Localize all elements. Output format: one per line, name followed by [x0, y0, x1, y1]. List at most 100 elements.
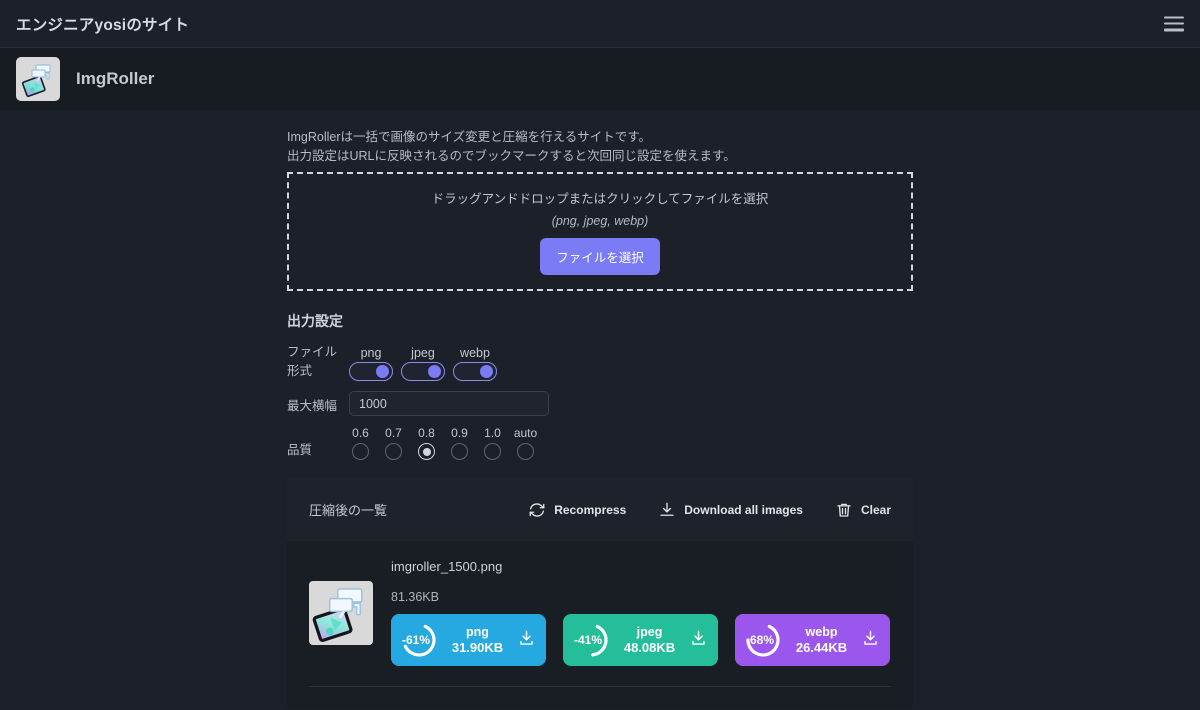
quality-option-0.8[interactable]: 0.8	[415, 426, 438, 460]
format-toggle-jpeg-label: jpeg	[411, 346, 435, 360]
titlebar: エンジニアyosiのサイト	[0, 0, 1200, 48]
format-toggle-webp-label: webp	[460, 346, 490, 360]
max-width-row: 最大横幅	[287, 391, 913, 416]
format-toggle-png-switch[interactable]	[349, 362, 393, 381]
app-name: ImgRoller	[76, 69, 155, 88]
result-row: imgroller_1500.png 81.36KB -61% png 31.9…	[309, 559, 891, 666]
file-details: imgroller_1500.png 81.36KB -61% png 31.9…	[391, 559, 891, 666]
download-png-button[interactable]: -61% png 31.90KB	[391, 614, 546, 666]
site-title: エンジニアyosiのサイト	[16, 16, 190, 34]
file-format-label: ファイル形式	[287, 345, 338, 378]
quality-option-auto[interactable]: auto	[514, 426, 537, 460]
dropzone-sub-text: (png, jpeg, webp)	[551, 214, 649, 228]
jpeg-format-name: jpeg	[636, 625, 663, 639]
png-percent: -61%	[401, 633, 430, 647]
quality-label: 品質	[287, 443, 313, 457]
quality-radio[interactable]	[484, 443, 501, 460]
download-icon	[519, 630, 533, 645]
quality-radio[interactable]	[385, 443, 402, 460]
download-jpeg-button[interactable]: -41% jpeg 48.08KB	[563, 614, 718, 666]
format-toggle-webp-switch[interactable]	[453, 362, 497, 381]
hamburger-bar	[1164, 28, 1184, 31]
quality-option-label: auto	[513, 426, 538, 440]
output-settings-title: 出力設定	[287, 313, 343, 329]
thumbnail-glyph	[312, 588, 363, 642]
quality-option-1.0[interactable]: 1.0	[481, 426, 504, 460]
png-format-name: png	[466, 625, 489, 639]
recompress-label: Recompress	[554, 502, 627, 517]
format-toggle-webp[interactable]: webp	[453, 346, 497, 381]
file-dropzone[interactable]: ドラッグアンドドロップまたはクリックしてファイルを選択 (png, jpeg, …	[287, 172, 913, 291]
clear-label: Clear	[860, 502, 891, 517]
download-icon	[660, 502, 674, 516]
format-toggle-jpeg-switch[interactable]	[401, 362, 445, 381]
png-output-size: 31.90KB	[451, 640, 504, 655]
trash-icon	[837, 503, 851, 517]
download-icon	[863, 630, 877, 645]
jpeg-ratio-ring: -41%	[571, 620, 611, 660]
recompress-button[interactable]: Recompress	[528, 501, 626, 519]
hamburger-icon[interactable]	[1164, 16, 1184, 31]
max-width-label: 最大横幅	[287, 399, 338, 413]
jpeg-download-icon	[688, 629, 708, 651]
quality-row: 品質 0.6 0.7 0.8 0.9 1.0 auto	[287, 426, 913, 460]
refresh-icon	[529, 502, 545, 517]
webp-labels: webp 26.44KB	[783, 624, 860, 656]
jpeg-labels: jpeg 48.08KB	[611, 624, 688, 656]
quality-option-label: 0.6	[352, 426, 369, 440]
description: ImgRollerは一括で画像のサイズ変更と圧縮を行えるサイトです。 出力設定は…	[287, 128, 913, 166]
quality-option-label: 0.9	[451, 426, 468, 440]
file-thumbnail	[309, 581, 373, 645]
toggle-knob	[480, 365, 493, 378]
webp-format-name: webp	[805, 625, 838, 639]
format-toggle-png[interactable]: png	[349, 346, 393, 381]
results-body: imgroller_1500.png 81.36KB -61% png 31.9…	[287, 541, 913, 709]
quality-option-label: 0.7	[385, 426, 402, 440]
imgroller-logo-icon[interactable]	[16, 57, 60, 101]
webp-percent: -68%	[745, 633, 774, 647]
webp-ratio-ring: -68%	[743, 620, 783, 660]
format-toggle-jpeg[interactable]: jpeg	[401, 346, 445, 381]
png-labels: png 31.90KB	[439, 624, 516, 656]
quality-radio[interactable]	[451, 443, 468, 460]
quality-option-0.6[interactable]: 0.6	[349, 426, 372, 460]
quality-option-label: 1.0	[484, 426, 501, 440]
jpeg-percent: -41%	[573, 633, 602, 647]
quality-radio[interactable]	[352, 443, 369, 460]
file-format-row: ファイル形式 png jpeg webp	[287, 341, 913, 381]
jpeg-output-size: 48.08KB	[623, 640, 676, 655]
toggle-knob	[428, 365, 441, 378]
panel-footer	[309, 687, 891, 709]
max-width-input[interactable]	[349, 391, 549, 416]
results-actions: Recompress Download all images Clear	[528, 501, 891, 519]
file-format-toggles: png jpeg webp	[349, 346, 497, 381]
webp-download-icon	[860, 629, 880, 651]
file-original-size: 81.36KB	[391, 590, 439, 604]
quality-option-0.9[interactable]: 0.9	[448, 426, 471, 460]
format-download-buttons: -61% png 31.90KB -41% jpeg 48.08KB -68% …	[391, 614, 891, 666]
png-ratio-ring: -61%	[399, 620, 439, 660]
quality-option-label: 0.8	[418, 426, 435, 440]
download-icon	[691, 630, 705, 645]
quality-radio-selected[interactable]	[418, 443, 435, 460]
select-file-button[interactable]: ファイルを選択	[540, 238, 660, 275]
results-title: 圧縮後の一覧	[309, 503, 388, 518]
main-content: ImgRollerは一括で画像のサイズ変更と圧縮を行えるサイトです。 出力設定は…	[0, 110, 1200, 710]
download-all-label: Download all images	[684, 502, 803, 517]
format-toggle-png-label: png	[360, 346, 382, 360]
hamburger-bar	[1164, 22, 1184, 25]
quality-radio[interactable]	[517, 443, 534, 460]
clear-button[interactable]: Clear	[835, 501, 891, 519]
toggle-knob	[376, 365, 389, 378]
download-all-button[interactable]: Download all images	[658, 501, 803, 519]
description-line-1: ImgRollerは一括で画像のサイズ変更と圧縮を行えるサイトです。	[287, 130, 651, 144]
download-webp-button[interactable]: -68% webp 26.44KB	[735, 614, 890, 666]
png-download-icon	[516, 629, 536, 651]
webp-output-size: 26.44KB	[795, 640, 848, 655]
quality-option-0.7[interactable]: 0.7	[382, 426, 405, 460]
file-name: imgroller_1500.png	[391, 559, 503, 574]
quality-options: 0.6 0.7 0.8 0.9 1.0 auto	[349, 426, 537, 460]
results-header: 圧縮後の一覧 Recompress Download all images Cl…	[287, 478, 913, 541]
logo-glyph	[21, 64, 51, 98]
dropzone-main-text: ドラッグアンドドロップまたはクリックしてファイルを選択	[431, 192, 769, 206]
